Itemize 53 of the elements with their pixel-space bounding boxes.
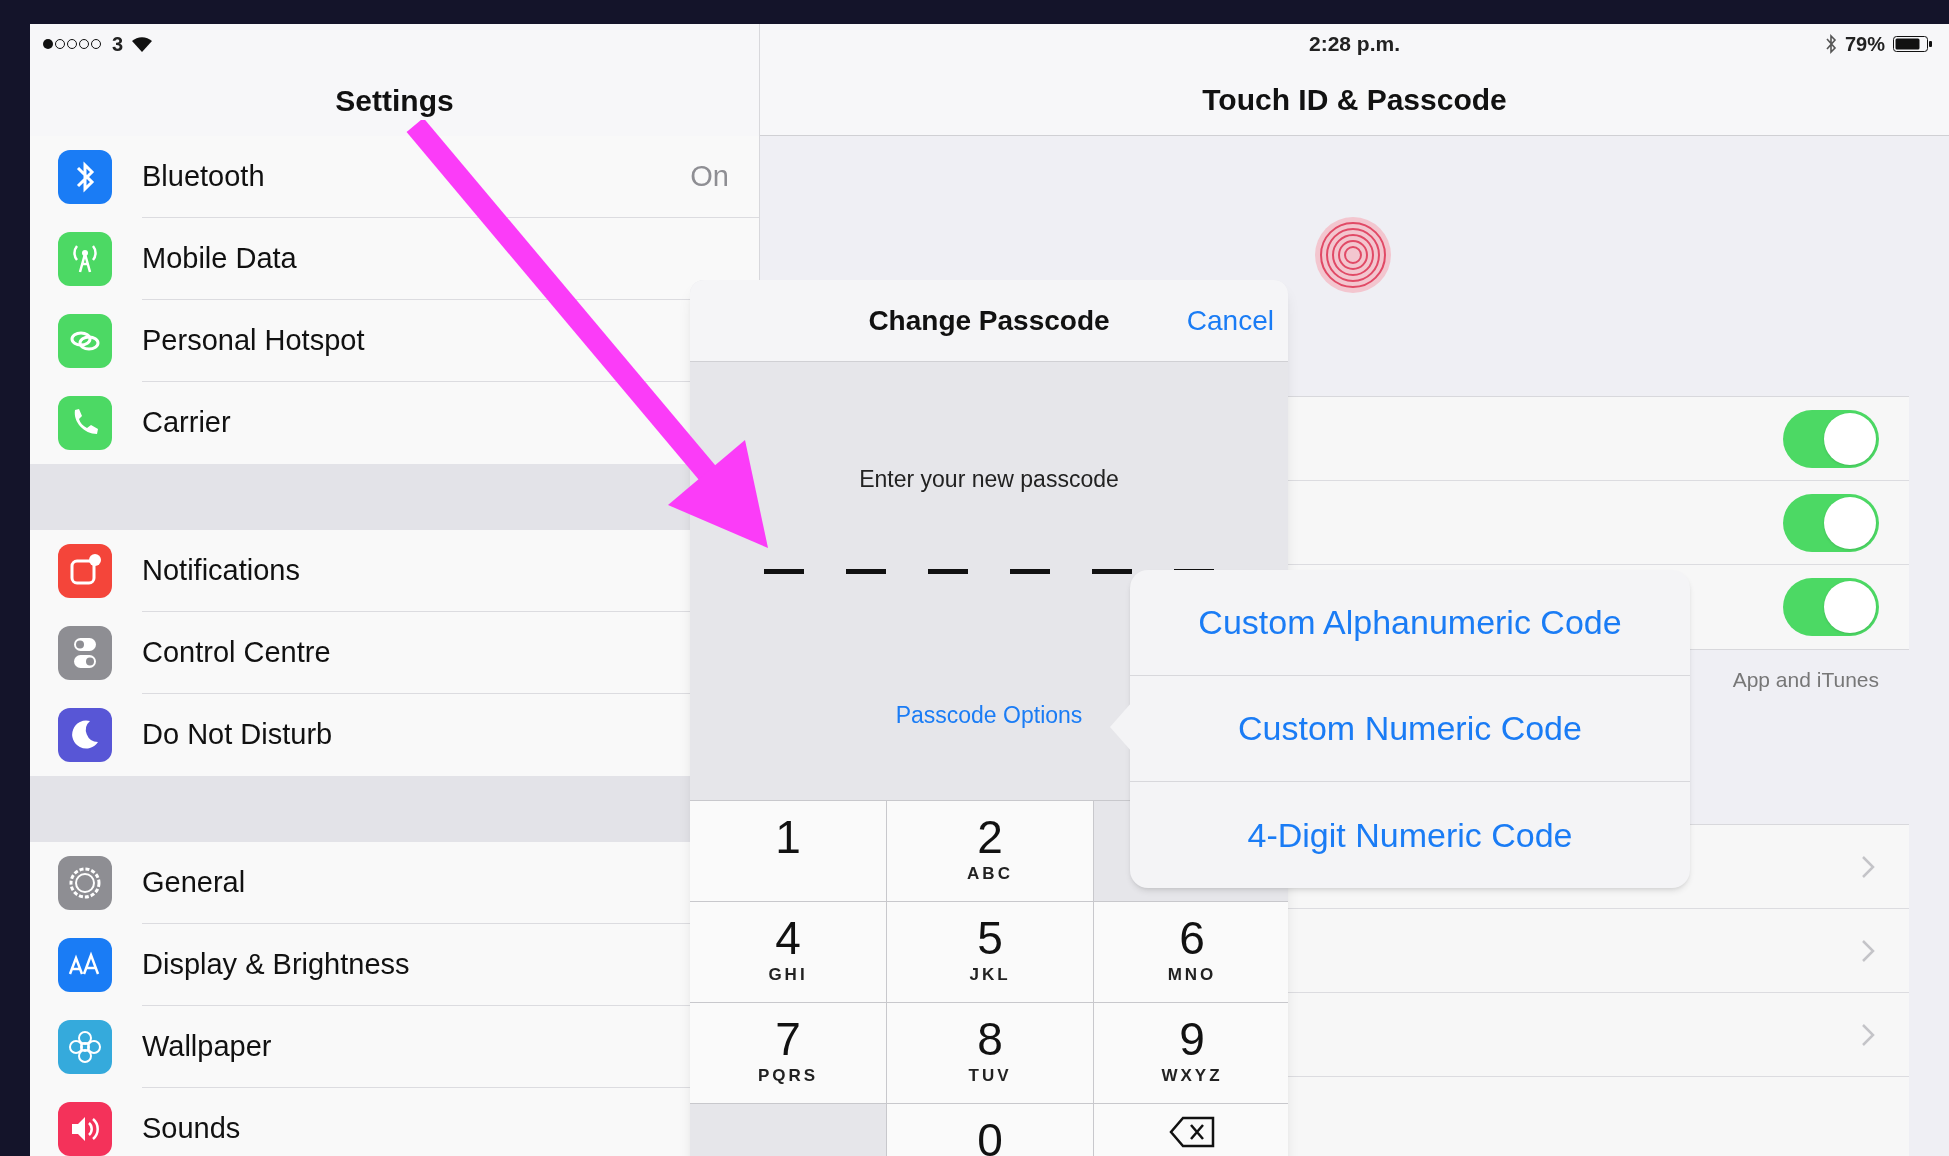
row-label: Wallpaper — [142, 1028, 272, 1064]
signal-dots-icon — [42, 38, 104, 50]
cancel-button[interactable]: Cancel — [1186, 299, 1274, 342]
passcode-dash — [846, 568, 886, 574]
keypad-key[interactable]: 8 TUV — [887, 1003, 1093, 1103]
row-label: Control Centre — [142, 634, 331, 670]
toggle-switch[interactable] — [1783, 409, 1879, 468]
row-label: Display & Brightness — [142, 946, 410, 982]
row-label: Sounds — [142, 1111, 241, 1147]
footer-text: App and iTunes — [1732, 667, 1879, 694]
fingerprint-icon — [1313, 216, 1392, 294]
settings-row[interactable]: Carrier — [30, 382, 759, 464]
battery-percentage: 79% — [1845, 32, 1885, 57]
row-label: Personal Hotspot — [142, 322, 365, 358]
bluetooth-icon — [1825, 34, 1837, 54]
row-label: Notifications — [142, 552, 300, 588]
page-title: Touch ID & Passcode — [1202, 82, 1507, 118]
status-time: 2:28 p.m. — [1309, 31, 1401, 58]
passcode-dash — [1092, 568, 1132, 574]
row-label: General — [142, 864, 246, 900]
dialog-title: Change Passcode — [868, 303, 1110, 338]
menu-item[interactable]: 4-Digit Numeric Code — [1130, 782, 1690, 888]
keypad-key[interactable]: 0 — [887, 1104, 1093, 1156]
row-label: Carrier — [142, 405, 231, 441]
toggle-switch[interactable] — [1783, 578, 1879, 636]
battery-icon — [1893, 36, 1933, 52]
keypad-key[interactable]: 6 MNO — [1094, 902, 1288, 1002]
row-label: Bluetooth — [142, 158, 265, 194]
keypad-key[interactable]: 2 ABC — [887, 801, 1093, 901]
keypad-key[interactable]: 9 WXYZ — [1094, 1003, 1288, 1103]
prompt-text: Enter your new passcode — [859, 465, 1119, 494]
wifi-icon — [131, 35, 154, 53]
sidebar-title: Settings — [335, 82, 454, 119]
backspace-icon — [1169, 1116, 1215, 1148]
row-value: On — [690, 158, 729, 194]
menu-item[interactable]: Custom Alphanumeric Code — [1130, 570, 1690, 676]
row-label: Do Not Disturb — [142, 717, 333, 753]
toggle-switch[interactable] — [1783, 493, 1879, 552]
chevron-icon[interactable] — [1861, 938, 1875, 963]
menu-item[interactable]: Custom Numeric Code — [1130, 676, 1690, 782]
row-label: Mobile Data — [142, 240, 297, 276]
keypad-key[interactable]: 1 — [690, 801, 886, 901]
carrier-name: 3 — [112, 32, 124, 57]
passcode-dash — [928, 568, 968, 574]
settings-row[interactable]: Bluetooth On — [30, 136, 759, 218]
keypad-key[interactable]: 4 GHI — [690, 902, 886, 1002]
keypad-key[interactable]: 7 PQRS — [690, 1003, 886, 1103]
chevron-icon[interactable] — [1861, 1022, 1875, 1047]
keypad-key[interactable]: 5 JKL — [887, 902, 1093, 1002]
passcode-dash — [764, 568, 804, 574]
settings-row[interactable]: Do Not Disturb — [30, 694, 759, 776]
passcode-dash — [1010, 568, 1050, 574]
chevron-icon[interactable] — [1861, 854, 1875, 879]
